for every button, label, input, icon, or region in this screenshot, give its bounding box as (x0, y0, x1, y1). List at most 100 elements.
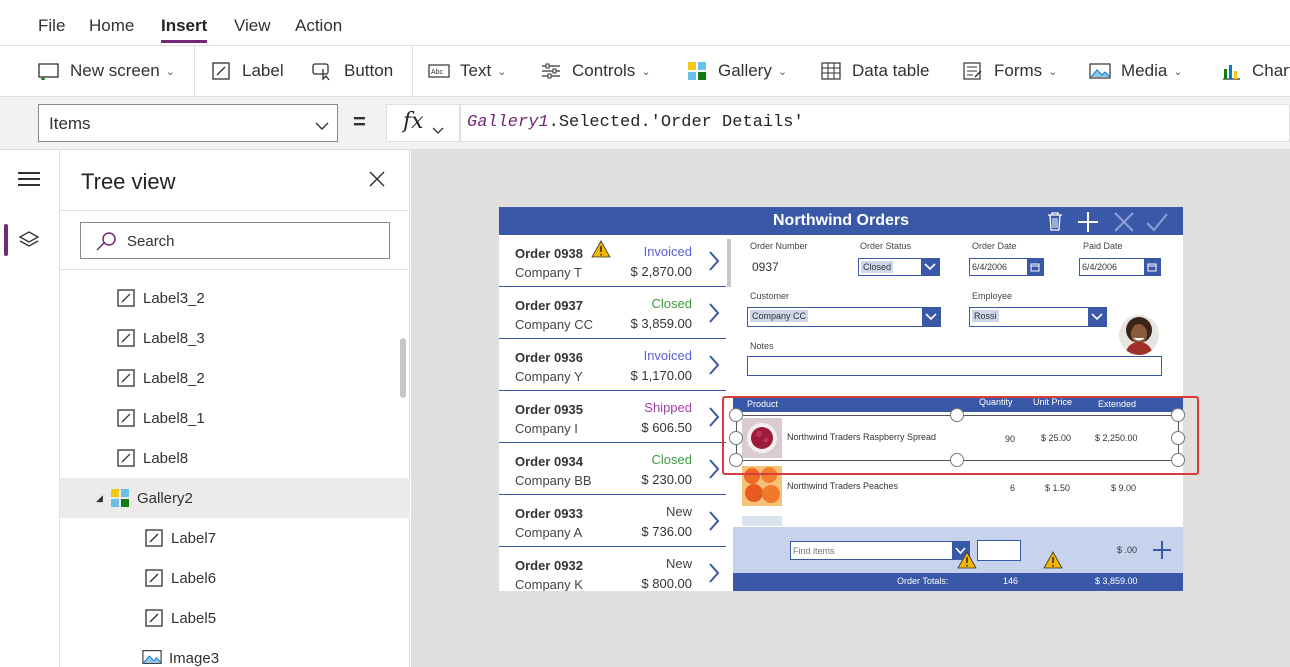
tree-item[interactable]: Label7 (60, 518, 400, 558)
chevron-right-icon[interactable] (708, 354, 720, 381)
orders-gallery: Order 0938 Company T Invoiced $ 2,870.00… (499, 235, 726, 591)
new-screen-button[interactable]: New screen ⌄ (38, 46, 175, 96)
chevron-down-icon (1088, 308, 1106, 326)
quantity-input[interactable] (977, 540, 1021, 561)
tree-item[interactable]: Label8_3 (60, 318, 400, 358)
resize-handle[interactable] (729, 408, 743, 422)
media-button[interactable]: Media ⌄ (1089, 46, 1183, 96)
add-item-icon[interactable] (1152, 540, 1172, 565)
hamburger-menu-icon[interactable] (18, 172, 40, 190)
resize-handle[interactable] (1171, 431, 1185, 445)
chevron-right-icon[interactable] (708, 406, 720, 433)
resize-handle[interactable] (950, 408, 964, 422)
chevron-right-icon[interactable] (708, 250, 720, 277)
resize-handle[interactable] (729, 453, 743, 467)
cancel-icon[interactable] (1113, 211, 1135, 238)
menu-insert[interactable]: Insert (161, 16, 208, 43)
list-item[interactable]: Order 0932 Company K New $ 800.00 (499, 547, 726, 591)
order-date-picker[interactable]: 6/4/2006 (969, 258, 1044, 276)
data-table-icon (820, 60, 842, 82)
resize-handle[interactable] (1171, 453, 1185, 467)
label-icon (116, 328, 136, 348)
list-item[interactable]: Order 0936 Company Y Invoiced $ 1,170.00 (499, 339, 726, 391)
orders-scrollbar[interactable] (727, 239, 731, 287)
menu-file[interactable]: File (38, 16, 65, 36)
menu-home[interactable]: Home (89, 16, 134, 36)
find-items-combobox[interactable]: Find items (790, 541, 970, 560)
button-icon (312, 60, 334, 82)
forms-button[interactable]: Forms ⌄ (962, 46, 1057, 96)
status-badge: Closed (651, 296, 692, 311)
list-item[interactable]: Order 0938 Company T Invoiced $ 2,870.00 (499, 235, 726, 287)
media-icon (1089, 60, 1111, 82)
add-icon[interactable] (1077, 211, 1099, 238)
tree-item[interactable]: Label5 (60, 598, 400, 638)
tree-item[interactable]: Label8_1 (60, 398, 400, 438)
status-badge: Shipped (644, 400, 692, 415)
notes-input[interactable] (747, 356, 1162, 376)
svg-text:Abc: Abc (431, 69, 444, 76)
layers-icon[interactable] (18, 230, 40, 255)
menu-view[interactable]: View (234, 16, 271, 36)
text-button[interactable]: Abc Text ⌄ (428, 46, 506, 96)
divider (60, 210, 410, 211)
tree-item[interactable]: Label3_2 (60, 278, 400, 318)
text-icon: Abc (428, 60, 450, 82)
customer-dropdown[interactable]: Company CC (747, 307, 941, 327)
list-item[interactable]: Order 0935 Company I Shipped $ 606.50 (499, 391, 726, 443)
fx-button[interactable]: fx (386, 104, 460, 142)
calendar-icon (1144, 259, 1160, 275)
calendar-icon (1027, 259, 1043, 275)
chevron-right-icon[interactable] (708, 510, 720, 537)
property-dropdown[interactable]: Items (38, 104, 338, 142)
label-icon (144, 608, 164, 628)
tree-item[interactable]: Image3 (60, 638, 400, 667)
chevron-down-icon (315, 116, 329, 136)
controls-button[interactable]: Controls ⌄ (540, 46, 651, 96)
list-item[interactable]: Order 0937 Company CC Closed $ 3,859.00 (499, 287, 726, 339)
tree-item[interactable]: Label8_2 (60, 358, 400, 398)
resize-handle[interactable] (950, 453, 964, 467)
menu-action[interactable]: Action (295, 16, 342, 36)
charts-button[interactable]: Charts (1220, 46, 1290, 96)
selection-indicator (4, 224, 8, 256)
warning-icon[interactable] (591, 240, 611, 263)
tree-item-gallery2[interactable]: ◢ Gallery2 (60, 478, 410, 518)
tree-scrollbar[interactable] (400, 338, 406, 398)
paid-date-picker[interactable]: 6/4/2006 (1079, 258, 1161, 276)
totals-quantity: 146 (1003, 576, 1019, 586)
check-icon[interactable] (1145, 211, 1169, 238)
warning-icon[interactable] (1043, 551, 1063, 574)
button-button[interactable]: Button (312, 46, 393, 96)
status-badge: Invoiced (643, 244, 692, 259)
order-status-dropdown[interactable]: Closed (858, 258, 940, 276)
resize-handle[interactable] (729, 431, 743, 445)
chevron-down-icon (922, 308, 940, 326)
label-icon (210, 60, 232, 82)
tree-item[interactable]: Label6 (60, 558, 400, 598)
label-icon (116, 448, 136, 468)
trash-icon[interactable] (1047, 211, 1063, 236)
chevron-right-icon[interactable] (708, 302, 720, 329)
order-totals-bar: Order Totals: 146 $ 3,859.00 (733, 573, 1183, 591)
formula-input[interactable]: Gallery1.Selected.'Order Details' (460, 104, 1290, 142)
chevron-down-icon (921, 259, 939, 275)
gallery-button[interactable]: Gallery ⌄ (686, 46, 787, 96)
tree-search-input[interactable]: Search (80, 222, 390, 259)
resize-handle[interactable] (1171, 408, 1185, 422)
list-item[interactable]: Order 0933 Company A New $ 736.00 (499, 495, 726, 547)
chevron-right-icon[interactable] (708, 458, 720, 485)
label-icon (144, 528, 164, 548)
status-badge: Invoiced (643, 348, 692, 363)
charts-icon (1220, 60, 1242, 82)
list-item[interactable]: Order 0934 Company BB Closed $ 230.00 (499, 443, 726, 495)
close-icon[interactable] (368, 170, 386, 193)
divider (60, 269, 410, 270)
caret-down-icon[interactable]: ◢ (96, 493, 110, 504)
label-button[interactable]: Label (210, 46, 284, 96)
data-table-button[interactable]: Data table (820, 46, 930, 96)
warning-icon[interactable] (957, 551, 977, 574)
employee-dropdown[interactable]: Rossi (969, 307, 1107, 327)
tree-item[interactable]: Label8 (60, 438, 400, 478)
chevron-right-icon[interactable] (708, 562, 720, 589)
